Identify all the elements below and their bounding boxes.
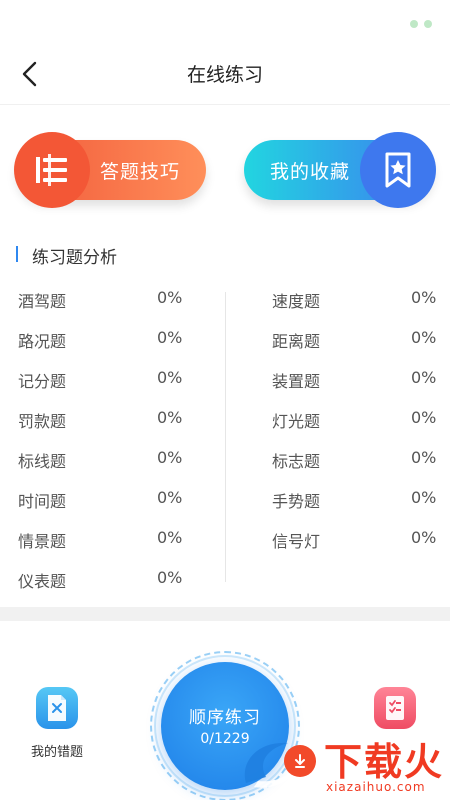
stat-row: 标志题 0%: [225, 442, 450, 482]
stat-name: 记分题: [18, 372, 67, 391]
my-wrong-questions-label: 我的错题: [30, 745, 83, 760]
stat-name: 信号灯: [272, 532, 321, 551]
status-bar: [0, 0, 450, 44]
stat-name: 速度题: [272, 292, 321, 311]
analysis-right-column: 速度题 0% 距离题 0% 装置题 0% 灯光题 0% 标志题 0% 手势题 0% 信号灯 0…: [225, 282, 450, 562]
analysis-left-column: 酒驾题 0% 路况题 0% 记分题 0% 罚款题 0% 标线题 0% 时间题 0% 情景题 0…: [0, 282, 225, 602]
stat-value: 0%: [157, 488, 183, 507]
stat-value: 0%: [411, 528, 437, 547]
stat-row: 情景题 0%: [0, 522, 225, 562]
my-favorites-label: 我的收藏: [270, 161, 351, 183]
stat-value: 0%: [157, 448, 183, 467]
stat-name: 仪表题: [18, 572, 67, 591]
watermark-badge: [284, 745, 316, 777]
stat-value: 0%: [411, 368, 437, 387]
stat-name: 时间题: [18, 492, 67, 511]
stat-name: 罚款题: [18, 412, 67, 431]
my-favorites-button[interactable]: 我的收藏: [244, 132, 436, 208]
stat-name: 装置题: [272, 372, 321, 391]
stat-name: 灯光题: [272, 412, 321, 431]
page-title: 在线练习: [186, 64, 263, 86]
stat-value: 0%: [157, 328, 183, 347]
bottom-practice-area: 我的错题 顺序练习 0/1229 下载火 xiazaihuo.com: [0, 621, 450, 800]
watermark-logo: 下载火 xiazaihuo.com: [236, 725, 450, 800]
stat-name: 标志题: [272, 452, 321, 471]
stat-value: 0%: [411, 488, 437, 507]
column-divider: [225, 292, 226, 582]
answer-tips-button[interactable]: 答题技巧: [14, 132, 206, 208]
favorites-icon-circle: [360, 132, 436, 208]
stat-row: 酒驾题 0%: [0, 282, 225, 322]
watermark-brand: 下载火: [324, 740, 445, 784]
note-icon-tile: [374, 687, 416, 729]
stat-row: 时间题 0%: [0, 482, 225, 522]
stat-name: 路况题: [18, 332, 67, 351]
stat-value: 0%: [157, 288, 183, 307]
stat-value: 0%: [157, 528, 183, 547]
stat-row: 标线题 0%: [0, 442, 225, 482]
analysis-section-title: 练习题分析: [16, 243, 117, 268]
checklist-icon: [386, 696, 404, 720]
status-indicator-icon: [410, 20, 432, 28]
answer-tips-label: 答题技巧: [100, 161, 181, 183]
stat-row: 仪表题 0%: [0, 562, 225, 602]
header-bar: 在线练习: [0, 44, 450, 105]
tips-icon-circle: [14, 132, 90, 208]
notes-button[interactable]: [350, 687, 440, 729]
stat-row: 装置题 0%: [225, 362, 450, 402]
stat-value: 0%: [411, 328, 437, 347]
wrong-icon-tile: [36, 687, 78, 729]
stat-name: 情景题: [18, 532, 67, 551]
download-icon: [295, 754, 305, 768]
stat-row: 速度题 0%: [225, 282, 450, 322]
stat-row: 路况题 0%: [0, 322, 225, 362]
section-separator: [0, 607, 450, 621]
stat-row: 罚款题 0%: [0, 402, 225, 442]
stat-row: 信号灯 0%: [225, 522, 450, 562]
list-icon: [36, 154, 67, 186]
document-x-icon: [48, 695, 66, 721]
stat-row: 记分题 0%: [0, 362, 225, 402]
stat-name: 距离题: [272, 332, 321, 351]
stat-value: 0%: [157, 368, 183, 387]
stat-value: 0%: [157, 408, 183, 427]
stat-value: 0%: [157, 568, 183, 587]
stat-row: 距离题 0%: [225, 322, 450, 362]
stat-value: 0%: [411, 288, 437, 307]
bookmark-star-icon: [385, 152, 411, 188]
stat-row: 灯光题 0%: [225, 402, 450, 442]
stat-value: 0%: [411, 408, 437, 427]
stat-value: 0%: [411, 448, 437, 467]
stat-name: 标线题: [18, 452, 67, 471]
my-wrong-questions-button[interactable]: 我的错题: [12, 687, 102, 760]
stat-name: 酒驾题: [18, 292, 67, 311]
stat-name: 手势题: [272, 492, 321, 511]
watermark-url: xiazaihuo.com: [326, 780, 426, 794]
stat-row: 手势题 0%: [225, 482, 450, 522]
